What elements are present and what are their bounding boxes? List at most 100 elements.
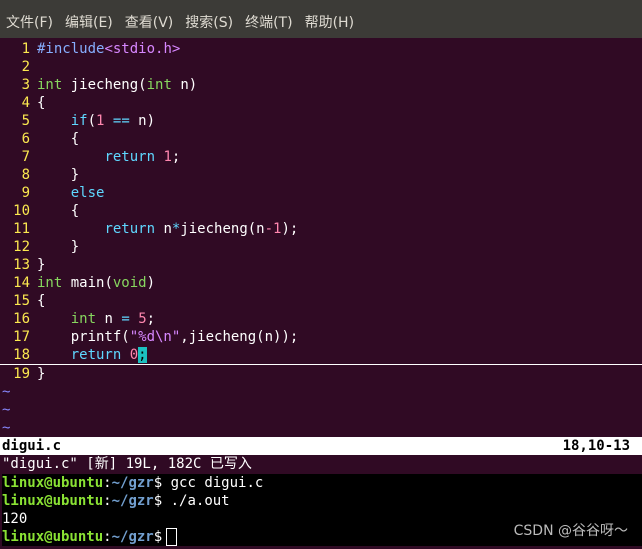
vim-command-line: "digui.c" [新] 19L, 182C 已写入: [2, 456, 252, 472]
empty-line-marker: ~: [2, 384, 11, 400]
empty-line-marker: ~: [2, 420, 11, 436]
prompt-separator: :: [103, 493, 112, 509]
code-line: 12 }: [0, 238, 642, 256]
empty-line-marker: ~: [2, 402, 11, 418]
code-token: int: [146, 77, 172, 93]
code-text: {: [37, 293, 45, 309]
line-number: 4: [21, 95, 30, 111]
prompt-user: linux@ubuntu: [2, 493, 104, 509]
code-token: int: [37, 275, 63, 291]
code-token: ;: [146, 311, 156, 327]
watermark: CSDN @谷谷呀～: [513, 523, 628, 539]
code-text: {: [37, 95, 45, 111]
line-number: 9: [21, 185, 30, 201]
prompt-path: ~/gzr: [111, 475, 154, 491]
line-number: 14: [13, 275, 30, 291]
code-line: 8 }: [0, 166, 642, 184]
code-token: return: [104, 221, 156, 237]
line-number: 8: [21, 167, 30, 183]
code-text: return 0;: [37, 347, 147, 363]
menu-item[interactable]: 文件(F): [0, 8, 59, 38]
code-token: }: [37, 239, 80, 255]
code-line: 10 {: [0, 202, 642, 220]
line-number: 13: [13, 257, 30, 273]
code-token: =: [121, 311, 130, 327]
code-token: void: [112, 275, 147, 291]
code-text: int main(void): [37, 275, 155, 291]
code-text: #include<stdio.h>: [37, 41, 180, 57]
status-filename: digui.c: [2, 438, 62, 454]
code-token: 0: [129, 347, 139, 363]
prompt-symbol: $: [153, 529, 163, 545]
line-number: 5: [21, 113, 30, 129]
menu-item[interactable]: 查看(V): [119, 8, 180, 38]
code-token: int: [70, 311, 97, 327]
prompt-user: linux@ubuntu: [2, 529, 104, 545]
prompt-symbol: $ gcc digui.c: [153, 475, 264, 491]
code-token: n): [171, 77, 198, 93]
code-token: }: [37, 366, 46, 382]
vim-statusline: digui.c 18,10-13: [0, 437, 642, 455]
code-line: 15 {: [0, 292, 642, 310]
code-text: return n*jiecheng(n-1);: [37, 221, 298, 237]
code-text: }: [37, 239, 79, 255]
window-top-edge: [0, 0, 642, 8]
menu-item[interactable]: 终端(T): [239, 8, 298, 38]
prompt-separator: :: [103, 475, 112, 491]
terminal-cursor[interactable]: [166, 528, 178, 546]
vim-editor[interactable]: 1 #include<stdio.h> 2 3 int jiecheng(int n) 4…: [0, 40, 642, 437]
line-number: 2: [21, 59, 30, 75]
code-token: jiecheng(n: [180, 221, 265, 237]
code-line: 18 return 0;: [0, 346, 642, 365]
line-number: 15: [13, 293, 30, 309]
code-token: ==: [112, 113, 130, 129]
code-line: 7 return 1;: [0, 148, 642, 166]
code-token: ;: [171, 149, 181, 165]
prompt-separator: :: [103, 529, 112, 545]
code-text: }: [37, 366, 45, 382]
code-token: -1: [264, 221, 282, 237]
code-token: 1: [163, 149, 172, 165]
code-text: return 1;: [37, 149, 180, 165]
text-cursor: ;: [138, 347, 147, 363]
code-token: (: [87, 113, 97, 129]
code-token: 5: [138, 311, 147, 327]
status-cursor-position: 18,10-13: [562, 438, 630, 454]
code-token: <stdio.h>: [104, 41, 181, 57]
menu-item[interactable]: 帮助(H): [299, 8, 360, 38]
prompt-path: ~/gzr: [111, 529, 154, 545]
line-number: 1: [21, 41, 30, 57]
line-number: 19: [13, 366, 30, 382]
code-token: if: [70, 113, 88, 129]
code-text: int n = 5;: [37, 311, 155, 327]
code-token: jiecheng(: [62, 77, 147, 93]
code-token: n: [96, 311, 122, 327]
line-number: 6: [21, 131, 30, 147]
code-text: {: [37, 131, 79, 147]
code-token: n): [129, 113, 156, 129]
code-token: n: [155, 221, 172, 237]
code-token: }: [37, 167, 80, 183]
code-token: {: [37, 95, 46, 111]
prompt-symbol: $ ./a.out: [153, 493, 230, 509]
line-number: 11: [13, 221, 30, 237]
menu-item[interactable]: 搜索(S): [179, 8, 239, 38]
terminal-line: linux@ubuntu:~/gzr$ ./a.out: [2, 492, 642, 510]
menu-item[interactable]: 编辑(E): [59, 8, 119, 38]
code-token: int: [37, 77, 63, 93]
line-number: 3: [21, 77, 30, 93]
code-line: 3 int jiecheng(int n): [0, 76, 642, 94]
code-text: if(1 == n): [37, 113, 155, 129]
code-token: printf(: [37, 329, 130, 345]
line-number: 16: [13, 311, 30, 327]
code-text: }: [37, 257, 45, 273]
prompt-user: linux@ubuntu: [2, 475, 104, 491]
code-line: 9 else: [0, 184, 642, 202]
code-line: 11 return n*jiecheng(n-1);: [0, 220, 642, 238]
code-token: );: [281, 221, 299, 237]
